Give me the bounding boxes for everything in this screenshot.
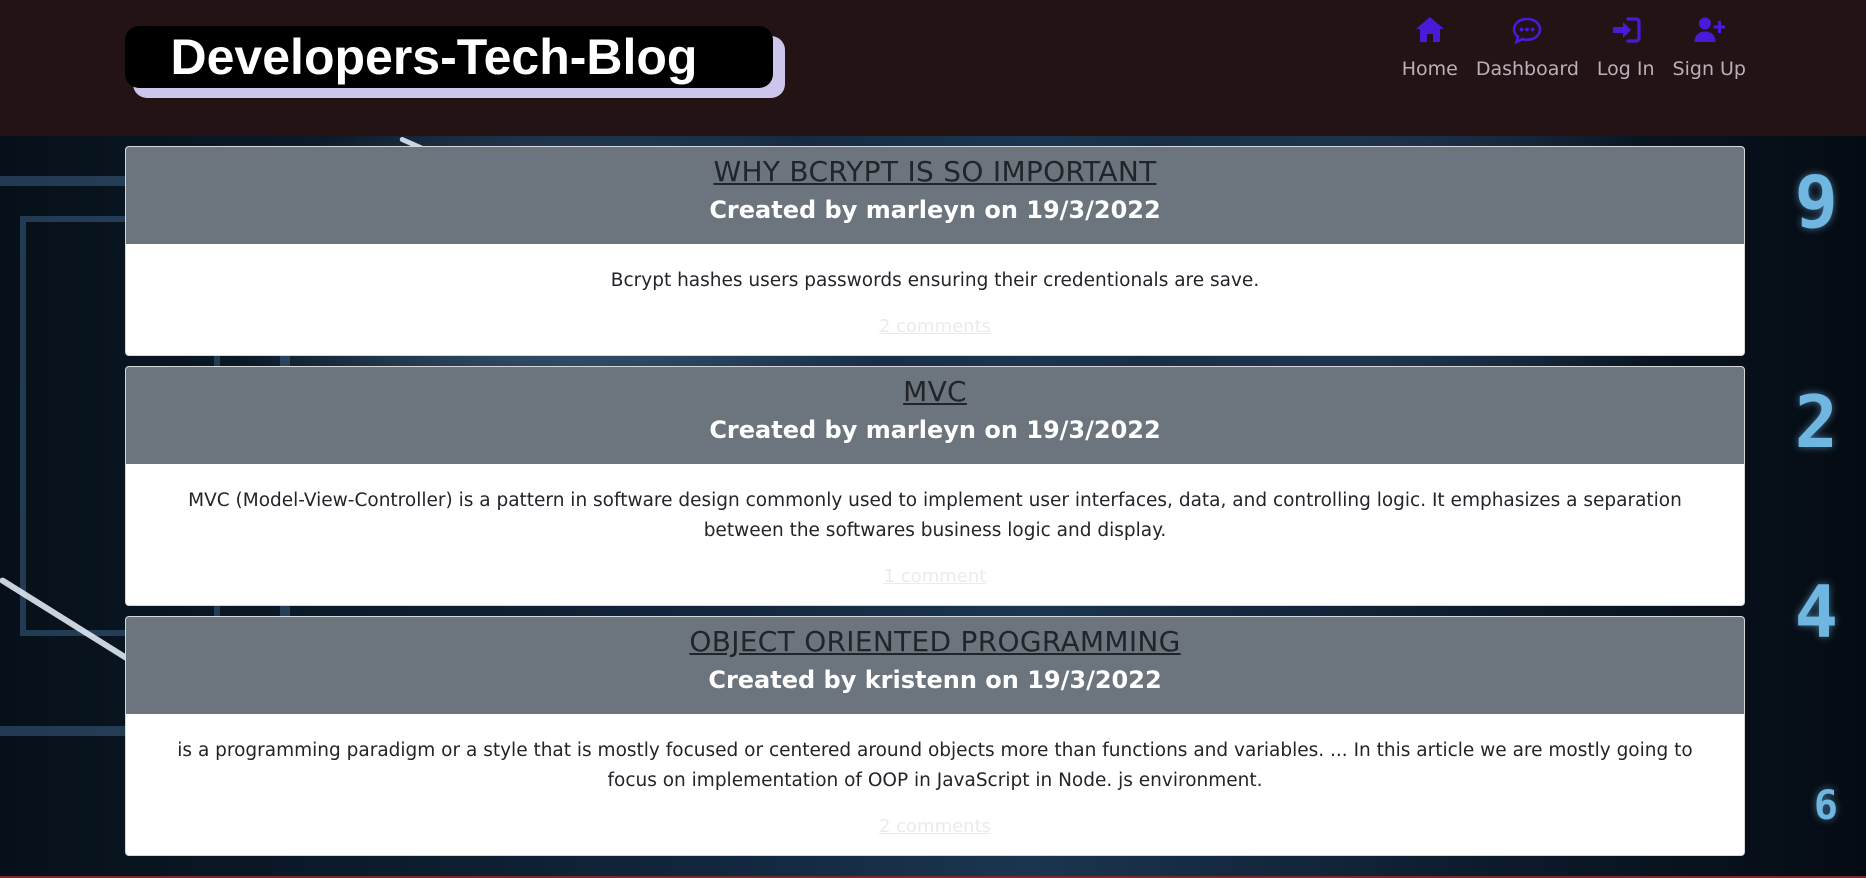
- background-digit: 9: [1794, 160, 1838, 244]
- post-content: is a programming paradigm or a style tha…: [177, 740, 1693, 791]
- post-card: WHY BCRYPT IS SO IMPORTANT Created by ma…: [125, 146, 1745, 356]
- site-title[interactable]: Developers-Tech-Blog: [125, 26, 773, 88]
- post-title-link[interactable]: OBJECT ORIENTED PROGRAMMING: [689, 625, 1180, 658]
- background-digit: 6: [1813, 783, 1838, 829]
- user-plus-icon: [1694, 17, 1726, 42]
- background-digit: 4: [1794, 570, 1838, 654]
- post-list: WHY BCRYPT IS SO IMPORTANT Created by ma…: [125, 146, 1745, 866]
- post-header: MVC Created by marleyn on 19/3/2022: [126, 367, 1744, 464]
- post-body: MVC (Model-View-Controller) is a pattern…: [126, 464, 1744, 605]
- post-content: Bcrypt hashes users passwords ensuring t…: [610, 270, 1260, 291]
- post-body: Bcrypt hashes users passwords ensuring t…: [126, 244, 1744, 355]
- post-meta: Created by kristenn on 19/3/2022: [708, 666, 1162, 694]
- post-title-link[interactable]: MVC: [903, 375, 967, 408]
- post-header: WHY BCRYPT IS SO IMPORTANT Created by ma…: [126, 147, 1744, 244]
- post-comments-link[interactable]: 2 comments: [879, 316, 991, 337]
- chat-bubble-icon: [1513, 17, 1542, 45]
- post-meta: Created by marleyn on 19/3/2022: [709, 196, 1161, 224]
- nav-login[interactable]: Log In: [1597, 14, 1655, 80]
- post-card: MVC Created by marleyn on 19/3/2022 MVC …: [125, 366, 1745, 606]
- main-nav: Home Dashboard Log In Sign Up: [1402, 14, 1746, 80]
- post-comments-link[interactable]: 1 comment: [884, 566, 987, 587]
- nav-dashboard[interactable]: Dashboard: [1476, 14, 1579, 80]
- nav-login-label: Log In: [1596, 58, 1655, 80]
- nav-home-label: Home: [1401, 58, 1458, 80]
- post-title-link[interactable]: WHY BCRYPT IS SO IMPORTANT: [713, 155, 1156, 188]
- nav-home[interactable]: Home: [1402, 14, 1458, 80]
- post-comments-link[interactable]: 2 comments: [879, 816, 991, 837]
- post-body: is a programming paradigm or a style tha…: [126, 714, 1744, 855]
- background-digit: 2: [1794, 380, 1838, 464]
- nav-signup[interactable]: Sign Up: [1673, 14, 1746, 80]
- post-card: OBJECT ORIENTED PROGRAMMING Created by k…: [125, 616, 1745, 856]
- nav-dashboard-label: Dashboard: [1475, 58, 1579, 80]
- sign-in-icon: [1612, 17, 1641, 43]
- post-meta: Created by marleyn on 19/3/2022: [709, 416, 1161, 444]
- home-icon: [1415, 17, 1444, 42]
- post-content: MVC (Model-View-Controller) is a pattern…: [188, 490, 1682, 541]
- post-header: OBJECT ORIENTED PROGRAMMING Created by k…: [126, 617, 1744, 714]
- nav-signup-label: Sign Up: [1672, 58, 1746, 80]
- site-header: Developers-Tech-Blog Home Dashboard Log …: [0, 0, 1866, 136]
- site-logo[interactable]: Developers-Tech-Blog: [125, 26, 785, 98]
